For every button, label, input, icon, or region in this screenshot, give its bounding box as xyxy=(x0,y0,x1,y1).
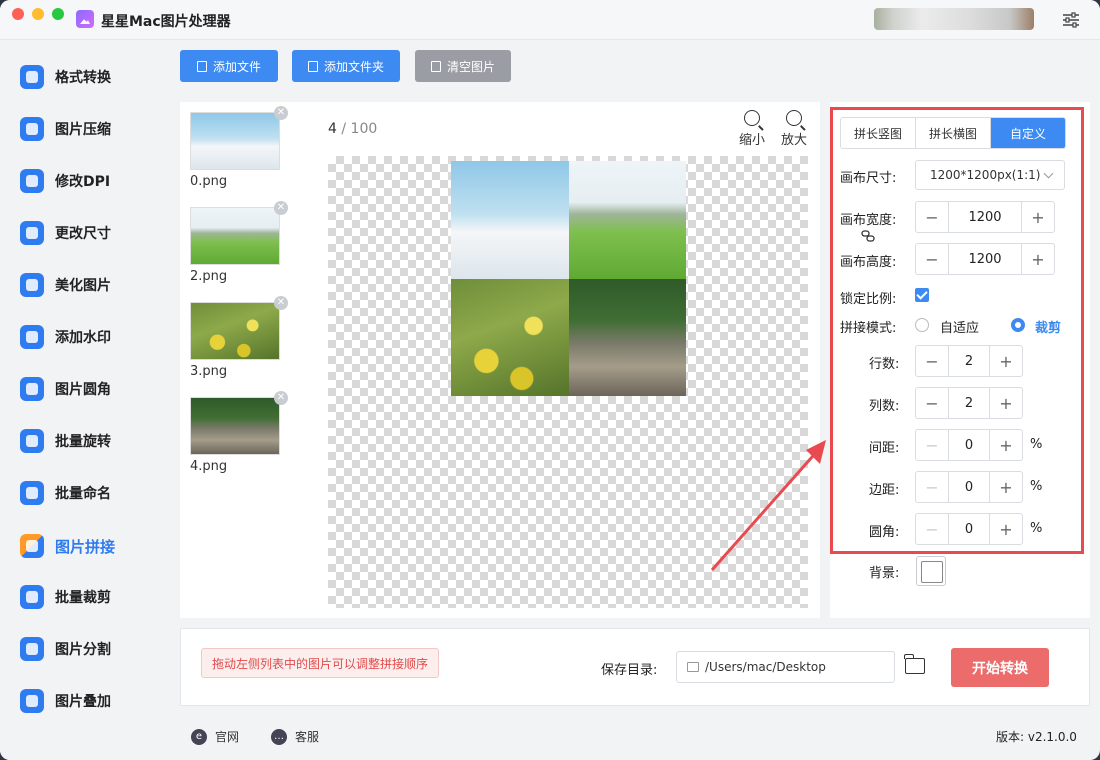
sidebar-item-rotate[interactable]: 批量旋转 xyxy=(0,415,170,467)
remove-file-icon[interactable]: ✕ xyxy=(274,296,288,310)
sidebar-item-format-convert[interactable]: 格式转换 xyxy=(0,51,170,103)
reorder-hint: 拖动左侧列表中的图片可以调整拼接顺序 xyxy=(201,648,439,678)
sidebar-item-resize[interactable]: 更改尺寸 xyxy=(0,207,170,259)
clear-images-button[interactable]: 清空图片 xyxy=(415,50,511,82)
minimize-window-button[interactable] xyxy=(32,8,44,20)
sidebar-item-crop[interactable]: 批量裁剪 xyxy=(0,571,170,623)
file-list-item[interactable]: ✕ 2.png xyxy=(190,201,288,284)
app-window: 星星Mac图片处理器 格式转换 图片压缩 修改DPI 更改尺寸 美化图片 添加水… xyxy=(0,0,1100,760)
sidebar-item-beautify[interactable]: 美化图片 xyxy=(0,259,170,311)
thumbnail-image xyxy=(190,207,280,265)
round-corner-icon xyxy=(20,377,44,401)
version-label: 版本: v2.1.0.0 xyxy=(996,730,1077,744)
rename-icon xyxy=(20,481,44,505)
collage-cell xyxy=(451,278,569,396)
save-directory-label: 保存目录: xyxy=(601,663,658,678)
file-list-item[interactable]: ✕ 4.png xyxy=(190,391,288,474)
remove-file-icon[interactable]: ✕ xyxy=(274,201,288,215)
website-link[interactable]: e 官网 xyxy=(191,728,239,745)
file-list-item[interactable]: ✕ 3.png xyxy=(190,296,288,379)
zoom-in-button[interactable]: 放大 xyxy=(776,110,812,148)
sidebar-item-overlay[interactable]: 图片叠加 xyxy=(0,675,170,727)
highlight-box xyxy=(830,107,1084,554)
collage-cell xyxy=(568,161,686,279)
image-counter: 4 / 100 xyxy=(328,121,378,137)
watermark-icon xyxy=(20,325,44,349)
support-link[interactable]: … 客服 xyxy=(271,728,319,745)
dpi-icon xyxy=(20,169,44,193)
split-icon xyxy=(20,637,44,661)
settings-sliders-icon[interactable] xyxy=(1062,12,1080,28)
remove-file-icon[interactable]: ✕ xyxy=(274,391,288,405)
collage-preview xyxy=(451,161,686,396)
zoom-out-icon xyxy=(744,110,760,126)
thumbnail-image xyxy=(190,112,280,170)
browser-icon: e xyxy=(191,728,207,745)
chat-icon: … xyxy=(271,728,287,745)
app-title: 星星Mac图片处理器 xyxy=(101,14,231,30)
file-icon xyxy=(196,60,207,72)
sidebar-item-watermark[interactable]: 添加水印 xyxy=(0,311,170,363)
layers-icon xyxy=(20,689,44,713)
background-label: 背景: xyxy=(869,566,900,581)
thumbnail-image xyxy=(190,302,280,360)
beautify-icon xyxy=(20,273,44,297)
start-convert-button[interactable]: 开始转换 xyxy=(951,648,1049,687)
save-path-input[interactable]: /Users/mac/Desktop xyxy=(676,651,895,683)
trash-icon xyxy=(430,60,441,72)
annotation-arrow-icon xyxy=(710,440,826,571)
zoom-in-icon xyxy=(786,110,802,126)
sidebar-item-round-corner[interactable]: 图片圆角 xyxy=(0,363,170,415)
compress-icon xyxy=(20,117,44,141)
collage-cell xyxy=(451,161,569,279)
collage-cell xyxy=(568,278,686,396)
close-window-button[interactable] xyxy=(12,8,24,20)
remove-file-icon[interactable]: ✕ xyxy=(274,106,288,120)
user-account-avatar[interactable] xyxy=(874,8,1034,30)
zoom-out-button[interactable]: 缩小 xyxy=(734,110,770,148)
format-convert-icon xyxy=(20,65,44,89)
app-logo-icon xyxy=(76,10,94,28)
add-file-button[interactable]: 添加文件 xyxy=(180,50,278,82)
thumbnail-image xyxy=(190,397,280,455)
rotate-icon xyxy=(20,429,44,453)
crop-icon xyxy=(20,585,44,609)
sidebar-item-stitch[interactable]: 图片拼接 xyxy=(0,520,170,572)
stitch-icon xyxy=(20,534,44,558)
sidebar-item-split[interactable]: 图片分割 xyxy=(0,623,170,675)
folder-icon xyxy=(687,662,699,672)
sidebar-item-compress[interactable]: 图片压缩 xyxy=(0,103,170,155)
sidebar-item-dpi[interactable]: 修改DPI xyxy=(0,155,170,207)
sidebar: 格式转换 图片压缩 修改DPI 更改尺寸 美化图片 添加水印 图片圆角 批量旋转… xyxy=(0,40,170,760)
title-bar: 星星Mac图片处理器 xyxy=(0,0,1100,40)
browse-folder-icon[interactable] xyxy=(904,654,925,674)
file-list-item[interactable]: ✕ 0.png xyxy=(190,106,288,189)
sidebar-item-rename[interactable]: 批量命名 xyxy=(0,467,170,519)
folder-icon xyxy=(307,60,318,72)
resize-icon xyxy=(20,221,44,245)
add-folder-button[interactable]: 添加文件夹 xyxy=(292,50,400,82)
background-color-swatch[interactable] xyxy=(916,556,946,586)
zoom-window-button[interactable] xyxy=(52,8,64,20)
